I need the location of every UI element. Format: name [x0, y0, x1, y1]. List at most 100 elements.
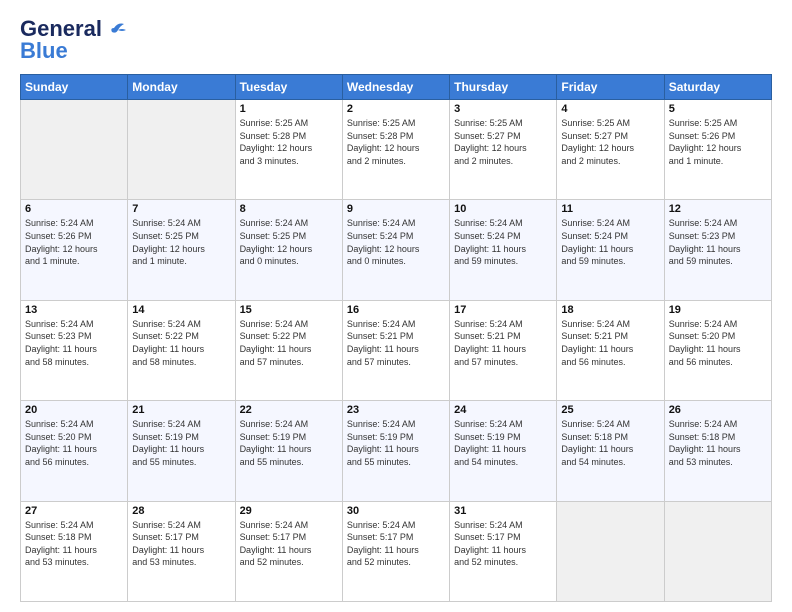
calendar-day-cell: 4Sunrise: 5:25 AM Sunset: 5:27 PM Daylig… — [557, 100, 664, 200]
calendar-week-row: 20 Sunrise: 5:24 AM Sunset: 5:20 PM Dayli… — [21, 401, 772, 501]
day-detail: Sunrise: 5:24 AM Sunset: 5:25 PM Dayligh… — [240, 217, 338, 267]
day-detail: Sunrise: 5:24 AM Sunset: 5:22 PM Dayligh… — [240, 318, 338, 368]
calendar-day-cell: 28 Sunrise: 5:24 AM Sunset: 5:17 PM Dayli… — [128, 501, 235, 601]
day-detail: Sunrise: 5:24 AM Sunset: 5:19 PM Dayligh… — [454, 418, 552, 468]
calendar-header-row: SundayMondayTuesdayWednesdayThursdayFrid… — [21, 75, 772, 100]
header: General Blue — [20, 16, 772, 64]
day-number: 7 — [132, 203, 230, 215]
day-number: 2 — [347, 103, 445, 115]
weekday-header: Tuesday — [235, 75, 342, 100]
day-detail: Sunrise: 5:24 AM Sunset: 5:17 PM Dayligh… — [454, 519, 552, 569]
day-number: 17 — [454, 304, 552, 316]
calendar-day-cell: 27Sunrise: 5:24 AM Sunset: 5:18 PM Dayli… — [21, 501, 128, 601]
day-number: 10 — [454, 203, 552, 215]
day-number: 20 — [25, 404, 123, 416]
calendar-day-cell: 29 Sunrise: 5:24 AM Sunset: 5:17 PM Dayli… — [235, 501, 342, 601]
day-number: 23 — [347, 404, 445, 416]
calendar-day-cell: 12 Sunrise: 5:24 AM Sunset: 5:23 PM Dayli… — [664, 200, 771, 300]
day-number: 9 — [347, 203, 445, 215]
day-number: 15 — [240, 304, 338, 316]
calendar-week-row: 6 Sunrise: 5:24 AM Sunset: 5:26 PM Daylig… — [21, 200, 772, 300]
day-number: 30 — [347, 505, 445, 517]
calendar-day-cell: 15 Sunrise: 5:24 AM Sunset: 5:22 PM Dayli… — [235, 300, 342, 400]
calendar-day-cell — [21, 100, 128, 200]
calendar-week-row: 27Sunrise: 5:24 AM Sunset: 5:18 PM Dayli… — [21, 501, 772, 601]
day-number: 6 — [25, 203, 123, 215]
day-detail: Sunrise: 5:24 AM Sunset: 5:24 PM Dayligh… — [347, 217, 445, 267]
calendar-day-cell: 6 Sunrise: 5:24 AM Sunset: 5:26 PM Daylig… — [21, 200, 128, 300]
calendar-day-cell: 21 Sunrise: 5:24 AM Sunset: 5:19 PM Dayli… — [128, 401, 235, 501]
day-detail: Sunrise: 5:24 AM Sunset: 5:20 PM Dayligh… — [669, 318, 767, 368]
calendar-day-cell: 1Sunrise: 5:25 AM Sunset: 5:28 PM Daylig… — [235, 100, 342, 200]
day-detail: Sunrise: 5:24 AM Sunset: 5:23 PM Dayligh… — [25, 318, 123, 368]
day-number: 28 — [132, 505, 230, 517]
calendar-day-cell: 10 Sunrise: 5:24 AM Sunset: 5:24 PM Dayli… — [450, 200, 557, 300]
weekday-header: Sunday — [21, 75, 128, 100]
calendar-day-cell — [557, 501, 664, 601]
calendar-week-row: 13 Sunrise: 5:24 AM Sunset: 5:23 PM Dayli… — [21, 300, 772, 400]
calendar-day-cell: 5 Sunrise: 5:25 AM Sunset: 5:26 PM Daylig… — [664, 100, 771, 200]
calendar-day-cell: 19 Sunrise: 5:24 AM Sunset: 5:20 PM Dayli… — [664, 300, 771, 400]
calendar-day-cell: 18 Sunrise: 5:24 AM Sunset: 5:21 PM Dayli… — [557, 300, 664, 400]
day-detail: Sunrise: 5:25 AM Sunset: 5:28 PM Dayligh… — [347, 117, 445, 167]
logo: General Blue — [20, 16, 126, 64]
day-detail: Sunrise: 5:24 AM Sunset: 5:23 PM Dayligh… — [669, 217, 767, 267]
weekday-header: Friday — [557, 75, 664, 100]
calendar-day-cell — [128, 100, 235, 200]
calendar-day-cell: 25Sunrise: 5:24 AM Sunset: 5:18 PM Dayli… — [557, 401, 664, 501]
day-detail: Sunrise: 5:25 AM Sunset: 5:28 PM Dayligh… — [240, 117, 338, 167]
day-number: 11 — [561, 203, 659, 215]
calendar-day-cell: 22 Sunrise: 5:24 AM Sunset: 5:19 PM Dayli… — [235, 401, 342, 501]
logo-bird-icon — [104, 20, 126, 36]
day-detail: Sunrise: 5:24 AM Sunset: 5:17 PM Dayligh… — [347, 519, 445, 569]
calendar-day-cell: 20 Sunrise: 5:24 AM Sunset: 5:20 PM Dayli… — [21, 401, 128, 501]
calendar-day-cell: 24 Sunrise: 5:24 AM Sunset: 5:19 PM Dayli… — [450, 401, 557, 501]
day-number: 21 — [132, 404, 230, 416]
day-detail: Sunrise: 5:24 AM Sunset: 5:21 PM Dayligh… — [561, 318, 659, 368]
calendar-day-cell: 3Sunrise: 5:25 AM Sunset: 5:27 PM Daylig… — [450, 100, 557, 200]
day-detail: Sunrise: 5:24 AM Sunset: 5:26 PM Dayligh… — [25, 217, 123, 267]
day-number: 29 — [240, 505, 338, 517]
day-detail: Sunrise: 5:24 AM Sunset: 5:24 PM Dayligh… — [561, 217, 659, 267]
day-number: 31 — [454, 505, 552, 517]
day-detail: Sunrise: 5:25 AM Sunset: 5:27 PM Dayligh… — [561, 117, 659, 167]
calendar-day-cell: 7 Sunrise: 5:24 AM Sunset: 5:25 PM Daylig… — [128, 200, 235, 300]
day-detail: Sunrise: 5:24 AM Sunset: 5:19 PM Dayligh… — [132, 418, 230, 468]
calendar-day-cell: 16 Sunrise: 5:24 AM Sunset: 5:21 PM Dayli… — [342, 300, 449, 400]
calendar-day-cell: 8 Sunrise: 5:24 AM Sunset: 5:25 PM Daylig… — [235, 200, 342, 300]
day-detail: Sunrise: 5:24 AM Sunset: 5:20 PM Dayligh… — [25, 418, 123, 468]
day-number: 26 — [669, 404, 767, 416]
calendar-table: SundayMondayTuesdayWednesdayThursdayFrid… — [20, 74, 772, 602]
day-number: 22 — [240, 404, 338, 416]
day-number: 25 — [561, 404, 659, 416]
day-number: 12 — [669, 203, 767, 215]
day-detail: Sunrise: 5:25 AM Sunset: 5:26 PM Dayligh… — [669, 117, 767, 167]
day-detail: Sunrise: 5:24 AM Sunset: 5:25 PM Dayligh… — [132, 217, 230, 267]
day-detail: Sunrise: 5:24 AM Sunset: 5:19 PM Dayligh… — [347, 418, 445, 468]
day-number: 16 — [347, 304, 445, 316]
day-detail: Sunrise: 5:24 AM Sunset: 5:17 PM Dayligh… — [240, 519, 338, 569]
day-number: 3 — [454, 103, 552, 115]
weekday-header: Monday — [128, 75, 235, 100]
calendar-day-cell: 14Sunrise: 5:24 AM Sunset: 5:22 PM Dayli… — [128, 300, 235, 400]
day-number: 13 — [25, 304, 123, 316]
weekday-header: Thursday — [450, 75, 557, 100]
calendar-day-cell: 9 Sunrise: 5:24 AM Sunset: 5:24 PM Daylig… — [342, 200, 449, 300]
day-number: 19 — [669, 304, 767, 316]
calendar-day-cell: 2 Sunrise: 5:25 AM Sunset: 5:28 PM Daylig… — [342, 100, 449, 200]
day-detail: Sunrise: 5:24 AM Sunset: 5:21 PM Dayligh… — [347, 318, 445, 368]
day-detail: Sunrise: 5:24 AM Sunset: 5:18 PM Dayligh… — [669, 418, 767, 468]
logo-blue-text: Blue — [20, 38, 68, 64]
day-number: 5 — [669, 103, 767, 115]
day-number: 24 — [454, 404, 552, 416]
day-number: 18 — [561, 304, 659, 316]
day-detail: Sunrise: 5:24 AM Sunset: 5:19 PM Dayligh… — [240, 418, 338, 468]
day-detail: Sunrise: 5:24 AM Sunset: 5:24 PM Dayligh… — [454, 217, 552, 267]
weekday-header: Saturday — [664, 75, 771, 100]
page: General Blue SundayMondayTuesdayWednesda… — [0, 0, 792, 612]
day-detail: Sunrise: 5:24 AM Sunset: 5:17 PM Dayligh… — [132, 519, 230, 569]
calendar-day-cell: 30 Sunrise: 5:24 AM Sunset: 5:17 PM Dayli… — [342, 501, 449, 601]
calendar-day-cell: 23 Sunrise: 5:24 AM Sunset: 5:19 PM Dayli… — [342, 401, 449, 501]
day-number: 14 — [132, 304, 230, 316]
day-number: 8 — [240, 203, 338, 215]
